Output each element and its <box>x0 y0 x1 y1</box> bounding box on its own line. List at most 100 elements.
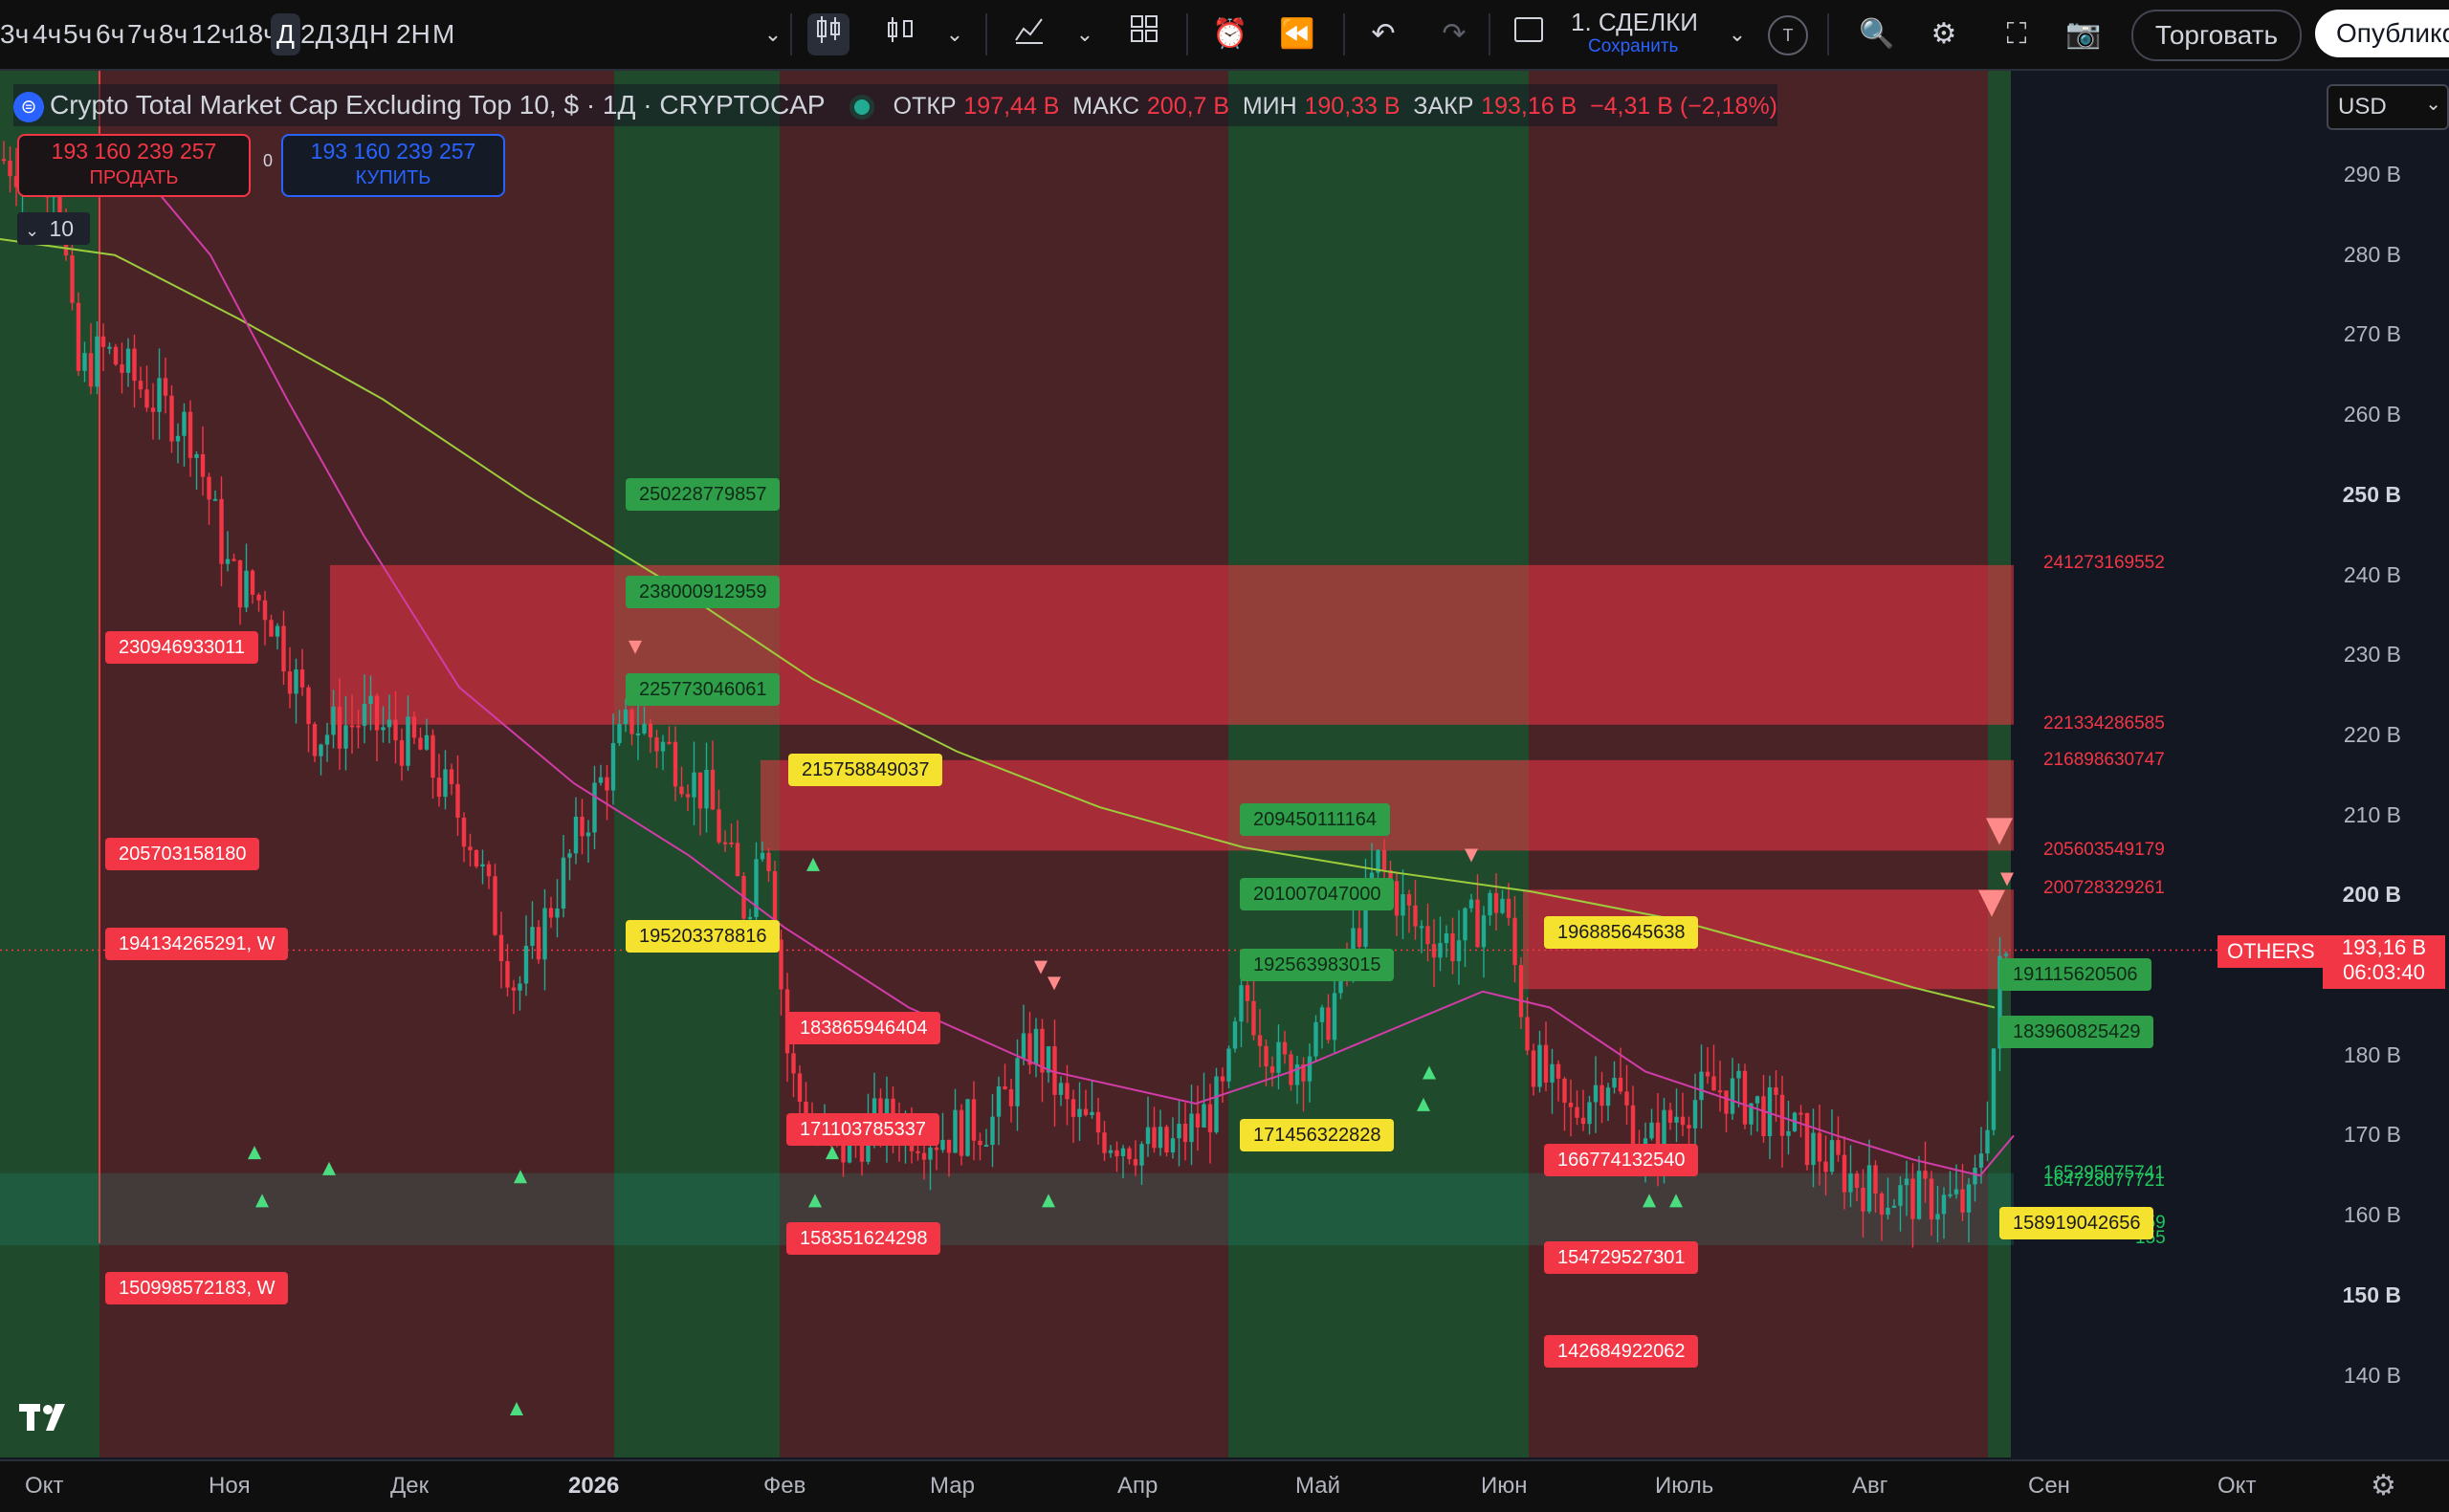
candle-body <box>70 255 75 303</box>
candle-body <box>996 1085 1002 1117</box>
time-tick-label: Авг <box>1852 1473 1888 1499</box>
candle-body <box>1070 1099 1076 1117</box>
chart-type-dropdown-icon[interactable]: ⌄ <box>934 13 976 55</box>
strategy-name[interactable]: 1. СДЕЛКИ Сохранить <box>1571 8 1705 57</box>
timeframe-10[interactable]: 3Д <box>335 19 368 50</box>
quick-search-icon[interactable]: 🔍 <box>1856 13 1898 55</box>
screenshot-camera-icon[interactable]: 📷 <box>2063 13 2105 55</box>
candle-body <box>623 709 629 724</box>
alert-clock-icon[interactable]: ⏰ <box>1209 13 1251 55</box>
candle-body <box>418 737 423 750</box>
timeframe-dropdown-icon[interactable]: ⌄ <box>752 13 794 55</box>
candle-body <box>1133 1159 1138 1166</box>
candles-chart-type-icon[interactable] <box>807 13 849 55</box>
candle-body <box>480 864 485 867</box>
timeframe-4[interactable]: 7ч <box>127 19 156 50</box>
candle-body <box>983 1145 989 1148</box>
layout-grid-icon[interactable] <box>1123 13 1165 55</box>
candle-body <box>1158 1127 1163 1149</box>
pivot-price-label: 150998572183, W <box>105 1272 289 1304</box>
time-tick-label: Апр <box>1117 1473 1158 1499</box>
price-tick-label: 260 B <box>2343 402 2401 427</box>
timeframe-11[interactable]: Н <box>369 19 388 50</box>
buy-button[interactable]: 193 160 239 257 КУПИТЬ <box>281 134 505 197</box>
timeframe-6[interactable]: 12ч <box>191 19 235 50</box>
symbol-legend[interactable]: ⊜ Crypto Total Market Cap Excluding Top 1… <box>13 84 1778 126</box>
candle-body <box>934 1148 939 1150</box>
candle-body <box>1568 1102 1574 1107</box>
timeframe-0[interactable]: 3ч <box>0 19 29 50</box>
candle-body <box>797 1073 803 1102</box>
settings-gear-icon[interactable]: ⚙ <box>2371 1469 2396 1502</box>
indicators-collapse-toggle[interactable]: ⌄ 10 <box>17 212 90 245</box>
candle-body <box>536 927 541 960</box>
order-panel: 193 160 239 257 ПРОДАТЬ 0 193 160 239 25… <box>10 132 507 199</box>
strategy-dropdown-icon[interactable]: ⌄ <box>1716 13 1758 55</box>
redo-icon[interactable]: ↷ <box>1433 13 1475 55</box>
bars-chart-type-icon[interactable] <box>880 13 922 55</box>
candle-body <box>617 723 622 744</box>
replay-rewind-icon[interactable]: ⏪ <box>1276 13 1318 55</box>
candle-body <box>561 857 566 909</box>
publish-button[interactable]: Опублико <box>2315 10 2449 57</box>
timeframe-12[interactable]: 2Н <box>396 19 430 50</box>
candle-body <box>1152 1127 1157 1149</box>
candle-body <box>1973 1167 1977 1185</box>
price-tick-label: 200 B <box>2342 882 2401 908</box>
layout-square-icon[interactable] <box>1508 13 1550 55</box>
candle-body <box>1823 1161 1828 1172</box>
time-tick-label: Май <box>1295 1473 1341 1499</box>
candle-body <box>610 743 616 791</box>
candle-body <box>1488 892 1492 916</box>
candle-body <box>362 703 367 726</box>
pivot-price-label: 205703158180 <box>105 838 260 870</box>
candle-body <box>393 719 398 741</box>
timeframe-2[interactable]: 5ч <box>63 19 92 50</box>
candle-body <box>150 407 156 412</box>
candle-body <box>1525 1017 1530 1051</box>
timeframe-9[interactable]: 2Д <box>300 19 334 50</box>
candle-body <box>605 777 609 791</box>
pivot-price-label: 142684922062 <box>1544 1335 1699 1368</box>
pivot-price-label: 158351624298 <box>786 1222 941 1255</box>
timeframe-3[interactable]: 6ч <box>96 19 124 50</box>
currency-select[interactable]: USD ⌄ <box>2327 84 2449 130</box>
candle-body <box>1705 1071 1710 1077</box>
avatar[interactable]: T <box>1768 15 1808 55</box>
time-axis[interactable]: Окт Ноя Дек 2026 Фев Мар Апр Май Июн Июль Авг Сен Ок… <box>0 1459 2449 1512</box>
candle-body <box>660 741 666 752</box>
candle-body <box>1463 908 1467 941</box>
candle-body <box>1003 1085 1007 1089</box>
candle-body <box>1948 1194 1953 1196</box>
trade-button[interactable]: Торговать <box>2131 10 2302 61</box>
timeframe-8[interactable]: Д <box>271 13 300 55</box>
price-tick-label: 290 B <box>2343 162 2401 186</box>
candle-body <box>294 668 298 694</box>
candle-body <box>1811 1132 1816 1166</box>
timeframe-1[interactable]: 4ч <box>33 19 61 50</box>
time-tick-label: Окт <box>25 1473 64 1499</box>
strategy-save-link[interactable]: Сохранить <box>1571 36 1705 57</box>
candle-body <box>518 983 522 991</box>
indicators-dropdown-icon[interactable]: ⌄ <box>1064 13 1106 55</box>
pivot-price-label: 158919042656 <box>1999 1207 2154 1239</box>
fullscreen-icon[interactable]: ⛶ <box>1996 13 2038 55</box>
candle-body <box>381 727 386 731</box>
timeframe-13[interactable]: М <box>432 19 454 50</box>
price-axis[interactable] <box>2315 71 2449 1459</box>
candle-body <box>1618 1077 1623 1092</box>
indicators-icon[interactable] <box>1008 13 1050 55</box>
time-tick-label: Июн <box>1481 1473 1528 1499</box>
sell-button[interactable]: 193 160 239 257 ПРОДАТЬ <box>17 134 251 197</box>
candle-body <box>747 916 753 919</box>
pivot-price-label: 166774132540 <box>1544 1144 1699 1176</box>
candle-body <box>356 725 361 728</box>
candle-body <box>1829 1140 1835 1172</box>
candle-body <box>1978 1153 1984 1168</box>
undo-icon[interactable]: ↶ <box>1362 13 1404 55</box>
candle-body <box>548 908 554 918</box>
settings-gear-icon[interactable]: ⚙ <box>1923 13 1965 55</box>
timeframe-5[interactable]: 8ч <box>159 19 188 50</box>
candle-body <box>1033 1028 1039 1065</box>
candle-body <box>1717 1090 1723 1093</box>
